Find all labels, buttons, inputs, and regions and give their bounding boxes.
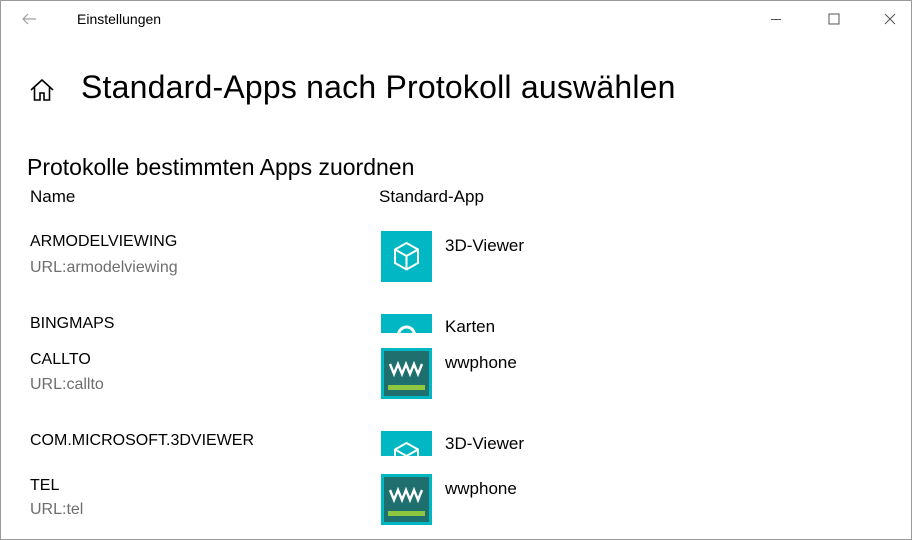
close-icon: [884, 13, 896, 25]
app-tile-button[interactable]: [381, 431, 432, 456]
app-tile-button[interactable]: [381, 474, 432, 525]
minimize-icon: [771, 19, 781, 20]
back-button[interactable]: [11, 5, 47, 33]
maps-icon: [381, 314, 432, 333]
back-arrow-icon: [22, 13, 36, 25]
app-tile-button[interactable]: [381, 314, 432, 333]
default-app-name[interactable]: 3D-Viewer: [445, 236, 524, 256]
default-app-name[interactable]: wwphone: [445, 353, 517, 373]
protocol-name: ARMODELVIEWING: [30, 233, 178, 250]
wwphone-icon: [381, 348, 432, 399]
page-title: Standard-Apps nach Protokoll auswählen: [81, 69, 676, 105]
default-app-name[interactable]: 3D-Viewer: [445, 434, 524, 454]
title-bar: Einstellungen: [1, 1, 911, 37]
column-header-default-app: Standard-App: [379, 187, 484, 206]
app-tile-button[interactable]: [381, 231, 432, 282]
default-app-name[interactable]: Karten: [445, 317, 495, 337]
close-button[interactable]: [867, 1, 911, 37]
3d-viewer-icon: [381, 431, 432, 456]
app-tile-button[interactable]: [381, 348, 432, 399]
default-app-name[interactable]: wwphone: [445, 479, 517, 499]
section-title: Protokolle bestimmten Apps zuordnen: [27, 154, 415, 180]
maximize-icon: [828, 13, 840, 25]
protocol-name: TEL: [30, 477, 60, 494]
settings-window: Einstellungen Standard-Apps nach Protoko…: [0, 0, 912, 540]
protocol-url: URL:tel: [30, 501, 84, 518]
protocol-name: COM.MICROSOFT.3DVIEWER: [30, 432, 255, 449]
home-icon[interactable]: [29, 77, 55, 103]
3d-viewer-icon: [381, 231, 432, 282]
protocol-name: CALLTO: [30, 351, 91, 368]
protocol-name: BINGMAPS: [30, 315, 115, 332]
wwphone-icon: [381, 474, 432, 525]
window-title: Einstellungen: [77, 11, 162, 27]
protocol-url: URL:callto: [30, 376, 104, 393]
maximize-button[interactable]: [811, 1, 857, 37]
protocol-url: URL:armodelviewing: [30, 259, 178, 276]
column-header-name: Name: [30, 187, 76, 206]
minimize-button[interactable]: [753, 1, 799, 37]
